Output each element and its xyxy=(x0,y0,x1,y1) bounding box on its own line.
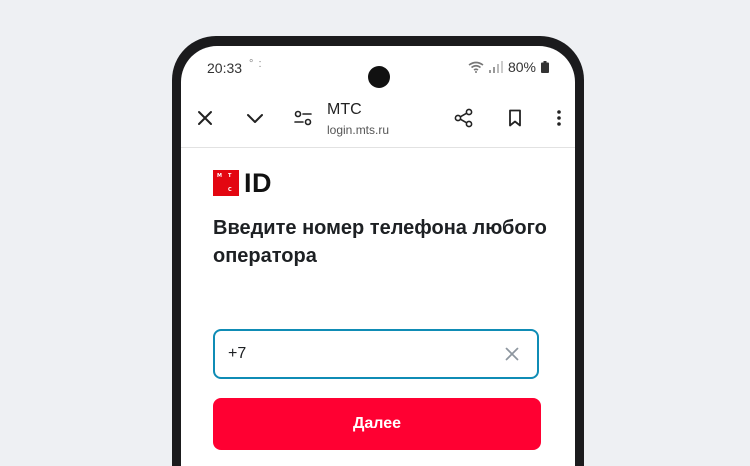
next-button[interactable]: Далее xyxy=(213,398,541,450)
status-bar: 20:33 ° : 80% xyxy=(181,46,575,88)
bookmark-button[interactable] xyxy=(497,96,533,140)
battery-percent: 80% xyxy=(507,59,536,75)
phone-frame: 20:33 ° : 80% МТС login.mts.ru М Т С ID … xyxy=(172,36,584,466)
more-vertical-icon xyxy=(557,110,561,126)
close-icon xyxy=(198,111,212,125)
signal-icon xyxy=(488,61,503,73)
phone-screen: 20:33 ° : 80% МТС login.mts.ru М Т С ID … xyxy=(181,46,575,466)
browser-toolbar: МТС login.mts.ru xyxy=(181,96,575,146)
notification-icons: ° : xyxy=(249,58,263,70)
share-icon xyxy=(454,108,473,128)
clear-icon xyxy=(505,347,519,361)
page-title: Введите номер телефона любого оператора xyxy=(213,217,547,267)
mts-id-logo: М Т С ID xyxy=(213,168,272,198)
site-url: login.mts.ru xyxy=(327,123,390,137)
site-info[interactable]: МТС login.mts.ru xyxy=(327,100,389,138)
battery-icon xyxy=(541,61,549,73)
wifi-icon xyxy=(468,61,484,73)
minimize-button[interactable] xyxy=(237,96,273,140)
more-menu-button[interactable] xyxy=(541,96,575,140)
status-time: 20:33 xyxy=(207,60,243,76)
site-settings-icon xyxy=(294,110,312,126)
logo-letter-t: Т xyxy=(228,173,232,179)
site-title: МТС xyxy=(327,101,362,118)
front-camera xyxy=(368,66,390,88)
share-button[interactable] xyxy=(446,96,482,140)
login-page: М Т С ID Введите номер телефона любого о… xyxy=(181,148,575,466)
bookmark-icon xyxy=(509,109,521,127)
close-tab-button[interactable] xyxy=(187,96,223,140)
chevron-down-icon xyxy=(247,114,263,123)
phone-input-field[interactable] xyxy=(213,329,539,379)
logo-id-text: ID xyxy=(244,168,272,198)
site-settings-button[interactable] xyxy=(285,96,321,140)
phone-input[interactable] xyxy=(228,345,488,363)
clear-input-button[interactable] xyxy=(501,343,523,365)
logo-letter-s: С xyxy=(228,187,232,193)
status-right: 80% xyxy=(468,59,549,75)
mts-logo-square: М Т С xyxy=(213,170,239,196)
logo-letter-m: М xyxy=(217,173,222,179)
